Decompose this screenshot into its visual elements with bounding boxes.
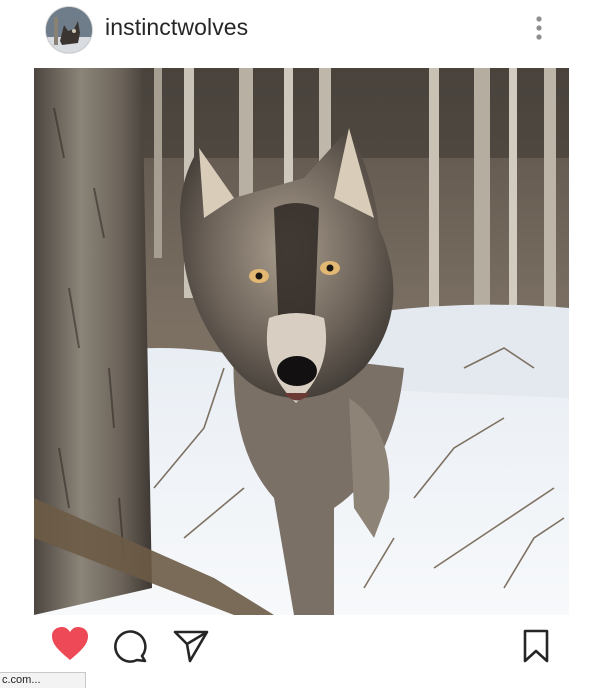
profile-avatar[interactable]: [46, 7, 92, 53]
share-button[interactable]: [172, 628, 210, 669]
comment-icon: [114, 630, 147, 663]
comment-button[interactable]: [112, 628, 148, 669]
like-button[interactable]: [50, 626, 90, 667]
more-dots-icon: [536, 16, 542, 40]
post-header: instinctwolves: [0, 0, 598, 62]
bookmark-icon: [523, 629, 549, 663]
post-photo[interactable]: [34, 68, 569, 615]
save-button[interactable]: [522, 628, 550, 669]
heart-icon: [52, 627, 88, 660]
browser-status-bar: c.com...: [0, 672, 86, 688]
wolf-photo: [34, 68, 569, 615]
more-options-button[interactable]: [528, 14, 550, 44]
wolf-avatar-icon: [46, 7, 92, 53]
post-username[interactable]: instinctwolves: [105, 14, 248, 41]
post-action-bar: [0, 624, 598, 672]
send-icon: [173, 630, 209, 663]
